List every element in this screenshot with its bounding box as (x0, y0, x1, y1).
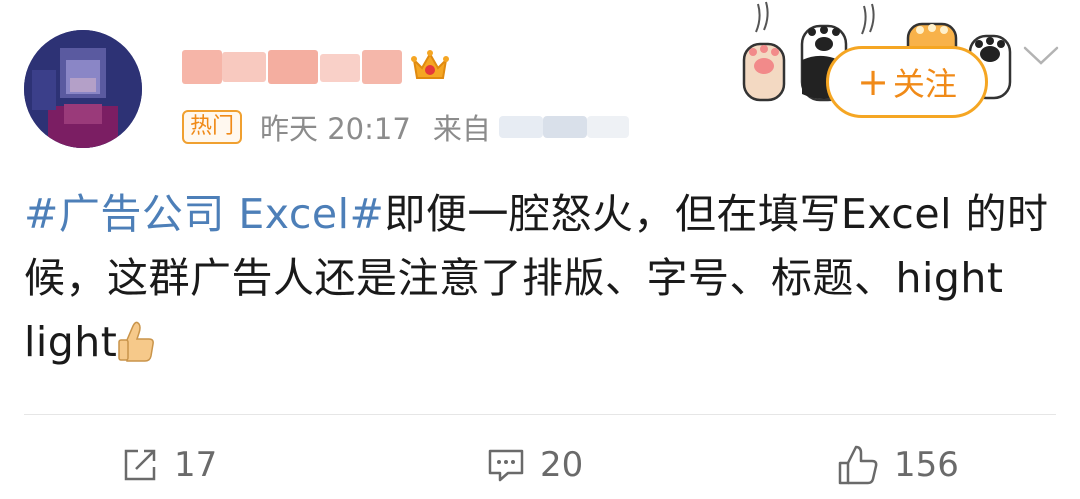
comment-button[interactable]: 20 (486, 440, 583, 490)
chevron-down-icon[interactable] (1022, 44, 1060, 68)
follow-label: 关注 (892, 65, 957, 103)
like-count: 156 (894, 445, 959, 485)
post-meta: 热门 昨天 20:17 来自 (182, 108, 629, 146)
repost-button[interactable]: 17 (120, 440, 217, 490)
source-label: 来自 (432, 112, 491, 146)
repost-icon (124, 449, 156, 481)
hot-badge: 热门 (182, 110, 243, 144)
post-text: #广告公司 Excel#即便一腔怒火，但在填写Excel 的时候，这群广告人还是… (24, 182, 1064, 374)
avatar[interactable] (24, 30, 142, 148)
post-time: 昨天 20:17 (260, 112, 411, 146)
crown-icon (410, 46, 450, 86)
repost-count: 17 (174, 445, 218, 485)
divider (24, 414, 1056, 415)
plus-icon: + (857, 60, 889, 104)
comment-count: 20 (540, 445, 584, 485)
comment-icon (488, 449, 524, 482)
username[interactable] (182, 44, 404, 90)
source-device (498, 116, 629, 138)
like-button[interactable]: 156 (836, 440, 959, 490)
follow-button[interactable]: + 关注 (826, 46, 988, 118)
like-icon (838, 445, 878, 485)
hashtag-link[interactable]: #广告公司 Excel# (24, 190, 384, 238)
thumbs-up-emoji (118, 321, 155, 362)
